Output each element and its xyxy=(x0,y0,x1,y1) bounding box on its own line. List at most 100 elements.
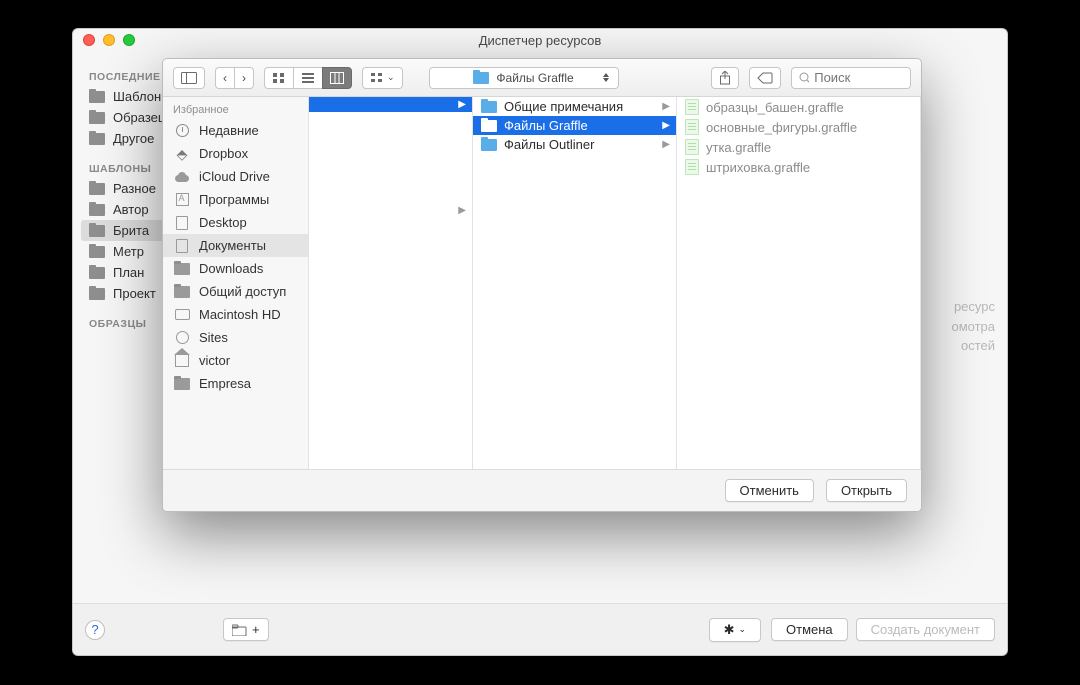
chevron-right-icon: ▶ xyxy=(662,120,670,131)
globe-icon xyxy=(173,331,191,345)
home-icon xyxy=(173,354,191,368)
view-list-button[interactable] xyxy=(293,67,322,89)
view-segment xyxy=(264,67,352,89)
favorites-sidebar: Избранное Недавние ⬘Dropbox iCloud Drive… xyxy=(163,97,309,469)
favorites-header: Избранное xyxy=(163,97,308,119)
open-confirm-button[interactable]: Открыть xyxy=(826,479,907,502)
browser-column-2: Общие примечания▶ Файлы Graffle▶ Файлы O… xyxy=(473,97,677,469)
applications-icon xyxy=(173,193,191,207)
favorite-item[interactable]: victor xyxy=(163,349,308,372)
folder-icon xyxy=(473,72,489,84)
cancel-button[interactable]: Отмена xyxy=(771,618,848,641)
forward-button[interactable]: › xyxy=(234,67,254,89)
open-panel-toolbar: ‹ › ⌄ Файлы Graffle xyxy=(163,59,921,97)
favorite-item[interactable]: Недавние xyxy=(163,119,308,142)
updown-icon xyxy=(599,71,613,85)
folder-icon xyxy=(89,133,105,145)
chevron-down-icon: ⌄ xyxy=(387,72,395,83)
gear-menu-button[interactable]: ✱ ⌄ xyxy=(709,618,761,642)
arrange-button[interactable]: ⌄ xyxy=(362,67,403,89)
folder-icon xyxy=(481,139,497,151)
search-input[interactable] xyxy=(814,70,903,85)
chevron-right-icon: › xyxy=(242,71,246,85)
favorite-item[interactable]: Downloads xyxy=(163,257,308,280)
help-button[interactable]: ? xyxy=(85,620,105,640)
favorite-item[interactable]: Macintosh HD xyxy=(163,303,308,326)
file-icon xyxy=(685,139,699,155)
tags-button[interactable] xyxy=(749,67,781,89)
favorite-item[interactable]: Документы xyxy=(163,234,308,257)
chevron-left-icon: ‹ xyxy=(223,71,227,85)
favorite-item[interactable]: Desktop xyxy=(163,211,308,234)
open-panel-buttons: Отменить Открыть xyxy=(163,469,921,511)
folder-icon xyxy=(89,225,105,237)
file-icon xyxy=(685,159,699,175)
favorite-item[interactable]: Общий доступ xyxy=(163,280,308,303)
file-icon xyxy=(685,119,699,135)
folder-icon xyxy=(89,204,105,216)
open-cancel-button[interactable]: Отменить xyxy=(725,479,814,502)
search-icon xyxy=(799,72,809,84)
browser-column-1: ▶ ▶ xyxy=(309,97,473,469)
share-icon xyxy=(719,71,731,85)
column-row[interactable]: Файлы Graffle▶ xyxy=(473,116,676,135)
browser-column-3: образцы_башен.graffle основные_фигуры.gr… xyxy=(677,97,921,469)
column-row[interactable]: утка.graffle xyxy=(677,137,920,157)
favorite-item[interactable]: Empresa xyxy=(163,372,308,395)
column-row[interactable]: Файлы Outliner▶ xyxy=(473,135,676,154)
downloads-icon xyxy=(173,262,191,276)
open-panel: ‹ › ⌄ Файлы Graffle xyxy=(162,58,922,512)
gear-icon: ✱ xyxy=(724,622,735,638)
chevron-right-icon: ▶ xyxy=(662,101,670,112)
back-button[interactable]: ‹ xyxy=(215,67,234,89)
sidebar-icon xyxy=(181,72,197,84)
chevron-right-icon: ▶ xyxy=(458,205,466,216)
shared-icon xyxy=(173,285,191,299)
folder-icon xyxy=(89,267,105,279)
add-link-button[interactable]: + xyxy=(223,618,269,641)
search-field[interactable] xyxy=(791,67,911,89)
toggle-sidebar-button[interactable] xyxy=(173,67,205,89)
chevron-right-icon: ▶ xyxy=(662,139,670,150)
chevron-right-icon: ▶ xyxy=(458,99,466,110)
column-row[interactable]: образцы_башен.graffle xyxy=(677,97,920,117)
favorite-item[interactable]: iCloud Drive xyxy=(163,165,308,188)
disk-icon xyxy=(173,308,191,322)
folder-icon xyxy=(481,101,497,113)
nav-segment: ‹ › xyxy=(215,67,254,89)
window-title: Диспетчер ресурсов xyxy=(73,33,1007,48)
folder-icon xyxy=(89,288,105,300)
file-icon xyxy=(685,99,699,115)
documents-icon xyxy=(173,239,191,253)
chevron-down-icon: ⌄ xyxy=(738,624,746,635)
folder-icon xyxy=(481,120,497,132)
folder-icon xyxy=(89,91,105,103)
favorite-item[interactable]: Sites xyxy=(163,326,308,349)
favorite-item[interactable]: Программы xyxy=(163,188,308,211)
view-icons-button[interactable] xyxy=(264,67,293,89)
list-icon xyxy=(301,72,315,84)
folder-link-icon xyxy=(232,624,248,636)
column-browser: Избранное Недавние ⬘Dropbox iCloud Drive… xyxy=(163,97,921,469)
column-row[interactable]: ▶ xyxy=(309,97,472,112)
preview-placeholder: ресурс омотра остей xyxy=(951,297,995,356)
column-row[interactable]: Общие примечания▶ xyxy=(473,97,676,116)
folder-icon xyxy=(173,377,191,391)
share-button[interactable] xyxy=(711,67,739,89)
folder-icon xyxy=(89,183,105,195)
create-document-button[interactable]: Создать документ xyxy=(856,618,995,641)
cloud-icon xyxy=(173,170,191,184)
columns-icon xyxy=(330,72,344,84)
bottom-toolbar: ? + ✱ ⌄ Отмена Создать документ xyxy=(73,603,1007,655)
favorite-item[interactable]: ⬘Dropbox xyxy=(163,142,308,165)
column-row[interactable]: основные_фигуры.graffle xyxy=(677,117,920,137)
view-columns-button[interactable] xyxy=(322,67,352,89)
clock-icon xyxy=(173,124,191,138)
path-popup-button[interactable]: Файлы Graffle xyxy=(429,67,619,89)
column-row[interactable]: ▶ xyxy=(309,112,472,222)
dropbox-icon: ⬘ xyxy=(173,147,191,161)
column-row[interactable]: штриховка.graffle xyxy=(677,157,920,177)
titlebar: Диспетчер ресурсов xyxy=(73,29,1007,51)
folder-icon xyxy=(89,246,105,258)
grid-icon xyxy=(272,72,286,84)
